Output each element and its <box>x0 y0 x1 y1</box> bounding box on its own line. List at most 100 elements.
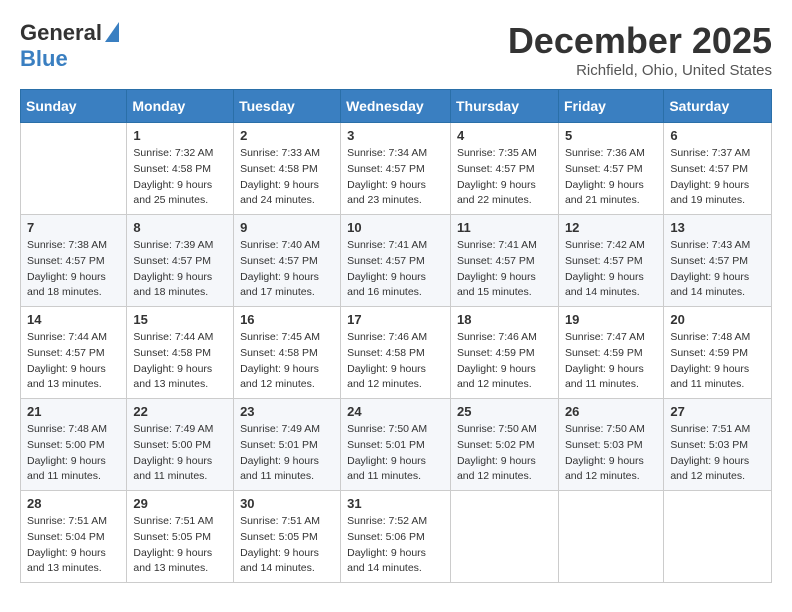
calendar-cell: 21 Sunrise: 7:48 AMSunset: 5:00 PMDayligh… <box>21 399 127 491</box>
day-info: Sunrise: 7:47 AMSunset: 4:59 PMDaylight:… <box>565 330 657 393</box>
calendar-cell: 17Sunrise: 7:46 AMSunset: 4:58 PMDayligh… <box>341 307 451 399</box>
day-number: 17 <box>347 312 444 327</box>
day-number: 8 <box>133 220 227 235</box>
calendar-cell: 14Sunrise: 7:44 AMSunset: 4:57 PMDayligh… <box>21 307 127 399</box>
day-info: Sunrise: 7:37 AMSunset: 4:57 PMDaylight:… <box>670 146 765 209</box>
calendar-cell: 31 Sunrise: 7:52 AMSunset: 5:06 PMDayligh… <box>341 491 451 583</box>
calendar-cell: 9 Sunrise: 7:40 AMSunset: 4:57 PMDaylight… <box>234 215 341 307</box>
calendar-cell: 12 Sunrise: 7:42 AMSunset: 4:57 PMDayligh… <box>558 215 663 307</box>
calendar-cell: 2 Sunrise: 7:33 AMSunset: 4:58 PMDaylight… <box>234 123 341 215</box>
day-number: 25 <box>457 404 552 419</box>
day-info: Sunrise: 7:41 AMSunset: 4:57 PMDaylight:… <box>347 238 444 301</box>
day-number: 20 <box>670 312 765 327</box>
day-info: Sunrise: 7:50 AMSunset: 5:02 PMDaylight:… <box>457 422 552 485</box>
calendar-cell: 25 Sunrise: 7:50 AMSunset: 5:02 PMDayligh… <box>450 399 558 491</box>
day-number: 31 <box>347 496 444 511</box>
day-info: Sunrise: 7:40 AMSunset: 4:57 PMDaylight:… <box>240 238 334 301</box>
calendar-cell <box>664 491 772 583</box>
day-number: 16 <box>240 312 334 327</box>
title-block: December 2025 Richfield, Ohio, United St… <box>508 20 772 79</box>
calendar-cell: 18Sunrise: 7:46 AMSunset: 4:59 PMDayligh… <box>450 307 558 399</box>
day-number: 12 <box>565 220 657 235</box>
day-number: 4 <box>457 128 552 143</box>
day-number: 6 <box>670 128 765 143</box>
day-info: Sunrise: 7:43 AMSunset: 4:57 PMDaylight:… <box>670 238 765 301</box>
day-info: Sunrise: 7:50 AMSunset: 5:01 PMDaylight:… <box>347 422 444 485</box>
calendar-cell: 27 Sunrise: 7:51 AMSunset: 5:03 PMDayligh… <box>664 399 772 491</box>
day-info: Sunrise: 7:50 AMSunset: 5:03 PMDaylight:… <box>565 422 657 485</box>
logo-blue-text: Blue <box>20 46 68 72</box>
weekday-header-saturday: Saturday <box>664 90 772 123</box>
calendar-cell: 5 Sunrise: 7:36 AMSunset: 4:57 PMDaylight… <box>558 123 663 215</box>
day-number: 11 <box>457 220 552 235</box>
day-info: Sunrise: 7:44 AMSunset: 4:58 PMDaylight:… <box>133 330 227 393</box>
day-number: 7 <box>27 220 120 235</box>
calendar-cell: 10 Sunrise: 7:41 AMSunset: 4:57 PMDayligh… <box>341 215 451 307</box>
day-info: Sunrise: 7:49 AMSunset: 5:00 PMDaylight:… <box>133 422 227 485</box>
day-info: Sunrise: 7:52 AMSunset: 5:06 PMDaylight:… <box>347 514 444 577</box>
weekday-header-row: SundayMondayTuesdayWednesdayThursdayFrid… <box>21 90 772 123</box>
calendar-cell: 29Sunrise: 7:51 AMSunset: 5:05 PMDayligh… <box>127 491 234 583</box>
day-info: Sunrise: 7:35 AMSunset: 4:57 PMDaylight:… <box>457 146 552 209</box>
weekday-header-friday: Friday <box>558 90 663 123</box>
calendar-week-row: 14Sunrise: 7:44 AMSunset: 4:57 PMDayligh… <box>21 307 772 399</box>
calendar-cell: 28Sunrise: 7:51 AMSunset: 5:04 PMDayligh… <box>21 491 127 583</box>
day-info: Sunrise: 7:34 AMSunset: 4:57 PMDaylight:… <box>347 146 444 209</box>
calendar-cell: 24Sunrise: 7:50 AMSunset: 5:01 PMDayligh… <box>341 399 451 491</box>
day-info: Sunrise: 7:33 AMSunset: 4:58 PMDaylight:… <box>240 146 334 209</box>
weekday-header-sunday: Sunday <box>21 90 127 123</box>
day-info: Sunrise: 7:51 AMSunset: 5:05 PMDaylight:… <box>240 514 334 577</box>
calendar-cell: 1Sunrise: 7:32 AMSunset: 4:58 PMDaylight… <box>127 123 234 215</box>
calendar-week-row: 21 Sunrise: 7:48 AMSunset: 5:00 PMDayligh… <box>21 399 772 491</box>
calendar-cell: 6 Sunrise: 7:37 AMSunset: 4:57 PMDaylight… <box>664 123 772 215</box>
calendar-cell: 11 Sunrise: 7:41 AMSunset: 4:57 PMDayligh… <box>450 215 558 307</box>
calendar-cell: 20Sunrise: 7:48 AMSunset: 4:59 PMDayligh… <box>664 307 772 399</box>
day-number: 5 <box>565 128 657 143</box>
day-info: Sunrise: 7:38 AMSunset: 4:57 PMDaylight:… <box>27 238 120 301</box>
day-number: 29 <box>133 496 227 511</box>
day-number: 3 <box>347 128 444 143</box>
calendar-cell <box>558 491 663 583</box>
calendar-cell: 15 Sunrise: 7:44 AMSunset: 4:58 PMDayligh… <box>127 307 234 399</box>
calendar-cell: 30 Sunrise: 7:51 AMSunset: 5:05 PMDayligh… <box>234 491 341 583</box>
logo-general-text: General <box>20 20 102 46</box>
location-text: Richfield, Ohio, United States <box>508 62 772 79</box>
day-number: 26 <box>565 404 657 419</box>
calendar-cell: 8 Sunrise: 7:39 AMSunset: 4:57 PMDaylight… <box>127 215 234 307</box>
day-number: 27 <box>670 404 765 419</box>
calendar-table: SundayMondayTuesdayWednesdayThursdayFrid… <box>20 89 772 583</box>
calendar-cell: 3 Sunrise: 7:34 AMSunset: 4:57 PMDaylight… <box>341 123 451 215</box>
calendar-week-row: 28Sunrise: 7:51 AMSunset: 5:04 PMDayligh… <box>21 491 772 583</box>
calendar-cell: 13 Sunrise: 7:43 AMSunset: 4:57 PMDayligh… <box>664 215 772 307</box>
calendar-week-row: 7 Sunrise: 7:38 AMSunset: 4:57 PMDaylight… <box>21 215 772 307</box>
calendar-cell: 7 Sunrise: 7:38 AMSunset: 4:57 PMDaylight… <box>21 215 127 307</box>
day-number: 30 <box>240 496 334 511</box>
day-info: Sunrise: 7:32 AMSunset: 4:58 PMDaylight:… <box>133 146 227 209</box>
calendar-week-row: 1Sunrise: 7:32 AMSunset: 4:58 PMDaylight… <box>21 123 772 215</box>
page-header: General Blue December 2025 Richfield, Oh… <box>20 20 772 79</box>
day-number: 23 <box>240 404 334 419</box>
day-number: 13 <box>670 220 765 235</box>
day-number: 2 <box>240 128 334 143</box>
calendar-cell: 26 Sunrise: 7:50 AMSunset: 5:03 PMDayligh… <box>558 399 663 491</box>
calendar-cell: 22Sunrise: 7:49 AMSunset: 5:00 PMDayligh… <box>127 399 234 491</box>
day-info: Sunrise: 7:41 AMSunset: 4:57 PMDaylight:… <box>457 238 552 301</box>
weekday-header-tuesday: Tuesday <box>234 90 341 123</box>
day-info: Sunrise: 7:51 AMSunset: 5:03 PMDaylight:… <box>670 422 765 485</box>
month-title: December 2025 <box>508 20 772 62</box>
calendar-cell <box>21 123 127 215</box>
day-number: 10 <box>347 220 444 235</box>
day-number: 28 <box>27 496 120 511</box>
day-number: 15 <box>133 312 227 327</box>
day-info: Sunrise: 7:49 AMSunset: 5:01 PMDaylight:… <box>240 422 334 485</box>
day-info: Sunrise: 7:48 AMSunset: 5:00 PMDaylight:… <box>27 422 120 485</box>
day-number: 14 <box>27 312 120 327</box>
day-info: Sunrise: 7:42 AMSunset: 4:57 PMDaylight:… <box>565 238 657 301</box>
day-info: Sunrise: 7:39 AMSunset: 4:57 PMDaylight:… <box>133 238 227 301</box>
day-info: Sunrise: 7:36 AMSunset: 4:57 PMDaylight:… <box>565 146 657 209</box>
day-number: 9 <box>240 220 334 235</box>
calendar-cell: 19Sunrise: 7:47 AMSunset: 4:59 PMDayligh… <box>558 307 663 399</box>
day-number: 21 <box>27 404 120 419</box>
logo: General Blue <box>20 20 119 72</box>
day-info: Sunrise: 7:45 AMSunset: 4:58 PMDaylight:… <box>240 330 334 393</box>
